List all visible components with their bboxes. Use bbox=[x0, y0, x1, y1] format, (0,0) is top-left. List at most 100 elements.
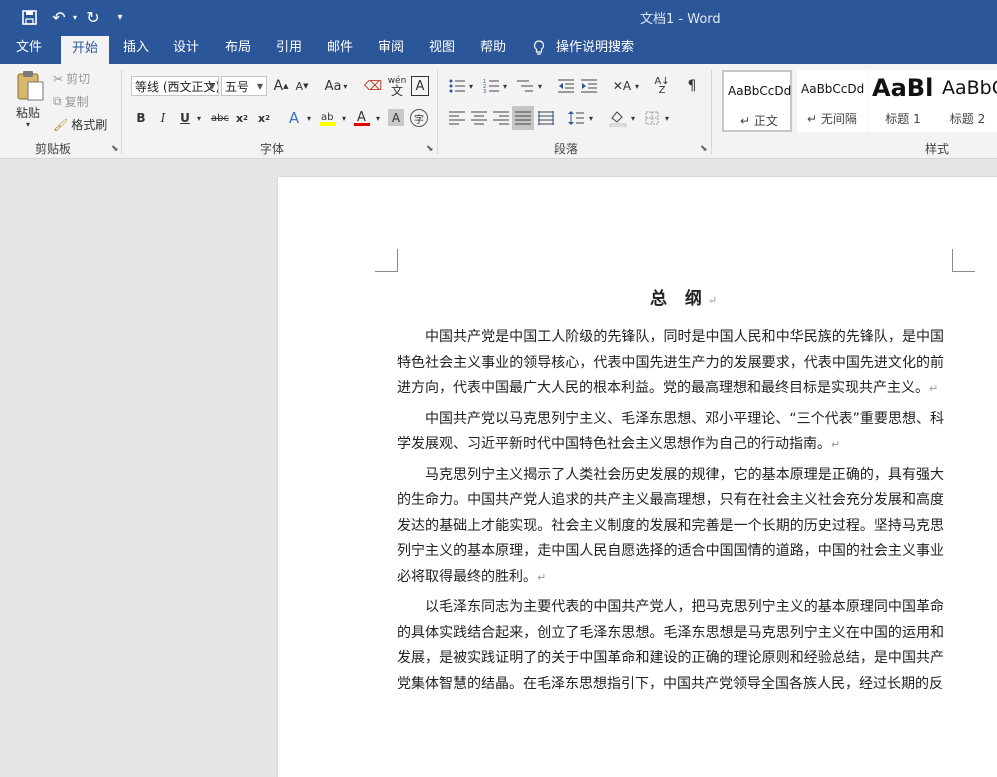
enclose-characters-icon[interactable]: 字 bbox=[410, 109, 428, 127]
tab-review[interactable]: 审阅 bbox=[369, 34, 413, 64]
ribbon: 粘贴 ▾ ✂ 剪切 ⧉ 复制 🖌 格式刷 剪贴板 ⬊ 等线 (西文正文) ▼ 五号 ▼ A… bbox=[0, 64, 997, 159]
underline-dropdown-icon[interactable]: ▾ bbox=[194, 108, 204, 128]
line-spacing-dropdown-icon[interactable]: ▾ bbox=[586, 108, 596, 128]
paragraph[interactable]: 以毛泽东同志为主要代表的中国共产党人，把马克思列宁主义的基本原理同中国革命的具体… bbox=[397, 595, 944, 697]
style-no-spacing[interactable]: AaBbCcDd ↵ 无间隔 bbox=[797, 70, 867, 132]
paragraph-mark-icon: ↵ bbox=[929, 382, 939, 395]
align-left-icon[interactable] bbox=[447, 108, 467, 128]
undo-dropdown-icon[interactable]: ▾ bbox=[70, 6, 80, 28]
lightbulb-icon bbox=[530, 34, 548, 64]
paragraph-text: 中国共产党是中国工人阶级的先锋队，同时是中国人民和中华民族的先锋队，是中国特色社… bbox=[397, 329, 944, 396]
paragraph[interactable]: 中国共产党以马克思列宁主义、毛泽东思想、邓小平理论、“三个代表”重要思想、科学发… bbox=[397, 407, 944, 458]
change-case-button[interactable]: Aa ▾ bbox=[322, 76, 350, 96]
shading-icon[interactable] bbox=[608, 108, 628, 128]
multilevel-list-icon[interactable] bbox=[515, 76, 535, 96]
align-center-icon[interactable] bbox=[469, 108, 489, 128]
tab-references[interactable]: 引用 bbox=[267, 34, 311, 64]
clipboard-launcher-icon[interactable]: ⬊ bbox=[111, 144, 119, 154]
cut-label: 剪切 bbox=[66, 72, 91, 86]
separator bbox=[711, 70, 712, 154]
paintbrush-icon: 🖌 bbox=[53, 117, 69, 132]
redo-icon[interactable]: ↻ bbox=[82, 6, 104, 28]
numbering-dropdown-icon[interactable]: ▾ bbox=[500, 76, 510, 96]
style-heading-1[interactable]: AaBl 标题 1 bbox=[868, 70, 938, 132]
style-sample: AaBbC bbox=[942, 77, 997, 99]
tab-home[interactable]: 开始 bbox=[61, 36, 109, 64]
paste-dropdown-icon[interactable]: ▾ bbox=[26, 120, 30, 129]
phonetic-guide-icon[interactable]: wén 文 bbox=[387, 74, 407, 98]
text-effects-icon[interactable]: A bbox=[285, 108, 303, 128]
show-marks-icon[interactable]: ¶ bbox=[684, 76, 700, 96]
character-shading-icon[interactable]: A bbox=[388, 109, 404, 126]
save-icon[interactable] bbox=[18, 6, 40, 28]
character-border-icon[interactable]: A bbox=[411, 76, 429, 96]
font-name-dropdown[interactable]: 等线 (西文正文) ▼ bbox=[131, 76, 219, 96]
subscript-icon[interactable]: x2 bbox=[234, 108, 250, 128]
copy-button[interactable]: ⧉ 复制 bbox=[53, 93, 89, 110]
separator bbox=[121, 70, 122, 154]
cut-button[interactable]: ✂ 剪切 bbox=[53, 70, 90, 87]
paragraph-launcher-icon[interactable]: ⬊ bbox=[700, 144, 708, 154]
paragraph-mark-icon: ↵ bbox=[831, 438, 841, 451]
document-heading[interactable]: 总 纲↵ bbox=[650, 284, 717, 309]
style-heading-2[interactable]: AaBbC 标题 2 bbox=[938, 70, 997, 132]
sort-icon[interactable]: A↓ Z bbox=[652, 76, 672, 96]
align-right-icon[interactable] bbox=[491, 108, 511, 128]
italic-icon[interactable]: I bbox=[156, 108, 170, 128]
highlight-icon[interactable]: ab bbox=[318, 108, 338, 128]
copy-label: 复制 bbox=[64, 95, 89, 109]
bullets-dropdown-icon[interactable]: ▾ bbox=[466, 76, 476, 96]
style-name: 标题 1 bbox=[885, 112, 921, 126]
tab-design[interactable]: 设计 bbox=[164, 34, 208, 64]
paste-icon[interactable] bbox=[14, 70, 46, 102]
tell-me-search[interactable]: 操作说明搜索 bbox=[556, 34, 636, 64]
distributed-icon[interactable] bbox=[536, 108, 556, 128]
tab-help[interactable]: 帮助 bbox=[471, 34, 515, 64]
document-body[interactable]: 中国共产党是中国工人阶级的先锋队，同时是中国人民和中华民族的先锋队，是中国特色社… bbox=[397, 325, 944, 702]
tab-mailings[interactable]: 邮件 bbox=[318, 34, 362, 64]
decrease-indent-icon[interactable] bbox=[556, 76, 576, 96]
strikethrough-icon[interactable]: abc bbox=[210, 108, 230, 128]
bullets-icon[interactable] bbox=[447, 76, 467, 96]
multilevel-dropdown-icon[interactable]: ▾ bbox=[535, 76, 545, 96]
style-normal[interactable]: AaBbCcDd ↵ 正文 bbox=[722, 70, 792, 132]
paragraph[interactable]: 中国共产党是中国工人阶级的先锋队，同时是中国人民和中华民族的先锋队，是中国特色社… bbox=[397, 325, 944, 402]
paragraph[interactable]: 马克思列宁主义揭示了人类社会历史发展的规律，它的基本原理是正确的，具有强大的生命… bbox=[397, 463, 944, 591]
line-spacing-icon[interactable] bbox=[566, 108, 586, 128]
justify-icon[interactable] bbox=[512, 106, 534, 130]
styles-group-label: 样式 bbox=[925, 142, 950, 156]
heading-text: 总 纲 bbox=[650, 289, 708, 309]
font-launcher-icon[interactable]: ⬊ bbox=[426, 144, 434, 154]
tab-layout[interactable]: 布局 bbox=[216, 34, 260, 64]
bold-icon[interactable]: B bbox=[134, 108, 148, 128]
asian-layout-icon[interactable]: ✕A bbox=[612, 76, 632, 96]
font-size-dropdown[interactable]: 五号 ▼ bbox=[221, 76, 267, 96]
undo-icon[interactable]: ↶ bbox=[48, 6, 70, 28]
grow-font-icon[interactable]: A ▲ bbox=[273, 76, 289, 96]
text-effects-dropdown-icon[interactable]: ▾ bbox=[304, 108, 314, 128]
margin-corner-mark bbox=[375, 249, 398, 272]
clear-formatting-icon[interactable]: ⌫ bbox=[364, 76, 382, 96]
clipboard-group-label: 剪贴板 bbox=[35, 142, 72, 156]
font-color-dropdown-icon[interactable]: ▾ bbox=[373, 108, 383, 128]
highlight-dropdown-icon[interactable]: ▾ bbox=[339, 108, 349, 128]
paragraph-mark-icon: ↵ bbox=[537, 570, 547, 584]
borders-dropdown-icon[interactable]: ▾ bbox=[662, 108, 672, 128]
paste-button[interactable]: 粘贴 bbox=[16, 104, 40, 121]
borders-icon[interactable] bbox=[643, 108, 661, 128]
underline-icon[interactable]: U bbox=[178, 108, 192, 128]
numbering-icon[interactable]: 123 bbox=[481, 76, 501, 96]
increase-indent-icon[interactable] bbox=[579, 76, 599, 96]
asian-layout-dropdown-icon[interactable]: ▾ bbox=[632, 76, 642, 96]
chevron-down-icon: ▼ bbox=[256, 82, 263, 91]
tab-insert[interactable]: 插入 bbox=[114, 34, 158, 64]
customize-qat-icon[interactable]: ▾ bbox=[112, 6, 128, 28]
tab-file[interactable]: 文件 bbox=[6, 34, 52, 64]
tab-view[interactable]: 视图 bbox=[420, 34, 464, 64]
shading-dropdown-icon[interactable]: ▾ bbox=[628, 108, 638, 128]
shrink-font-icon[interactable]: A ▼ bbox=[294, 76, 310, 96]
format-painter-button[interactable]: 🖌 格式刷 bbox=[53, 116, 107, 133]
superscript-icon[interactable]: x2 bbox=[256, 108, 272, 128]
format-painter-label: 格式刷 bbox=[71, 118, 108, 132]
font-color-icon[interactable]: A bbox=[352, 108, 372, 128]
